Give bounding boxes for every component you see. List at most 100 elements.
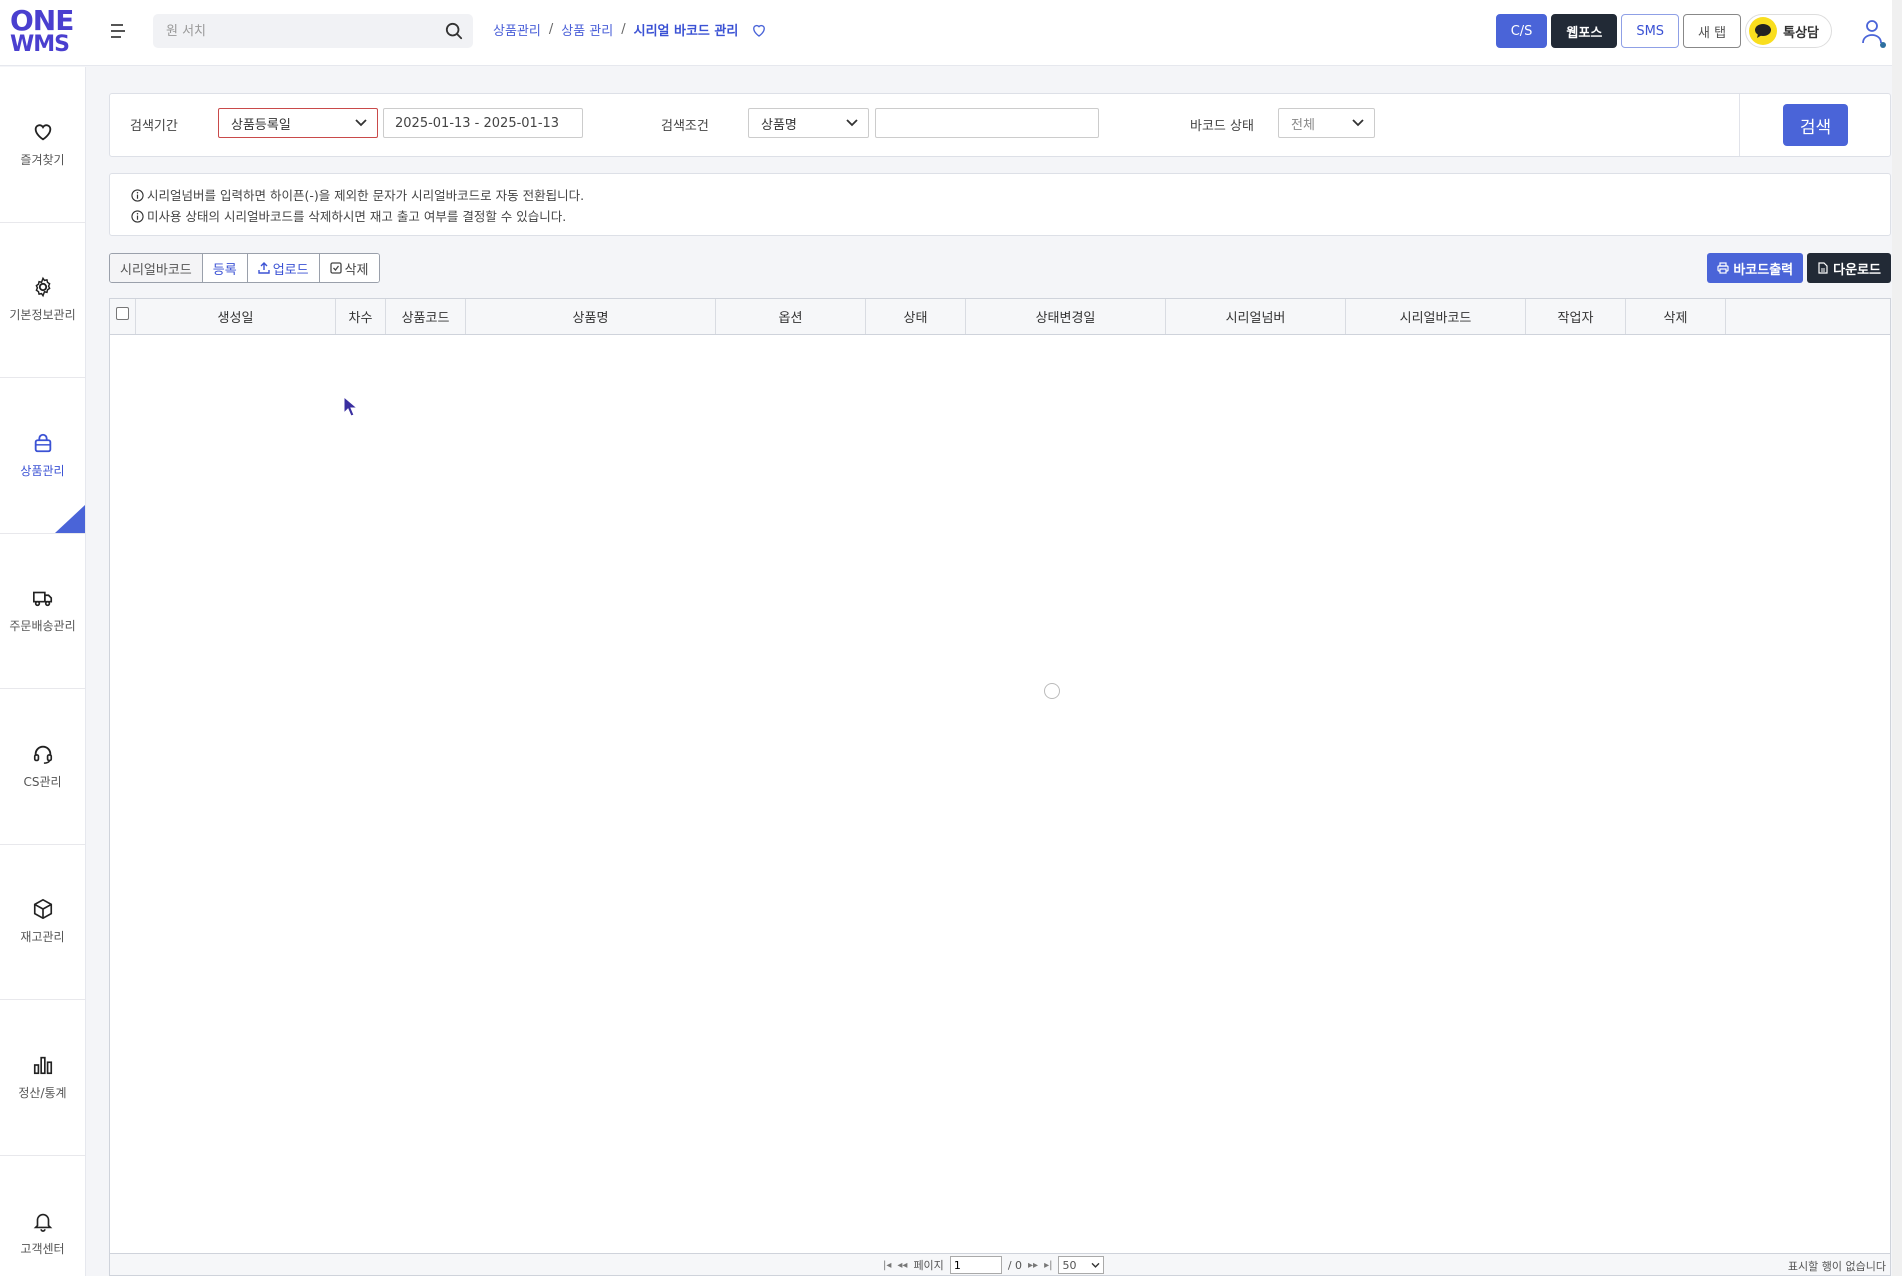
new-tab-button[interactable]: 새 탭 <box>1683 14 1742 48</box>
download-label: 다운로드 <box>1833 262 1881 278</box>
upload-icon <box>257 262 270 274</box>
heart-icon <box>34 124 51 141</box>
upload-button[interactable]: 업로드 <box>247 254 320 282</box>
col-status[interactable]: 상태 <box>866 299 966 334</box>
logo-line1: ONE <box>10 4 74 37</box>
register-button[interactable]: 등록 <box>202 254 248 282</box>
sidebar-item-label: 즐겨찾기 <box>20 152 65 167</box>
webpos-button[interactable]: 웹포스 <box>1551 14 1618 48</box>
serial-barcode-grid: 생성일 차수 상품코드 상품명 옵션 상태 상태변경일 시리얼넘버 시리얼바코드… <box>109 298 1891 1276</box>
global-search <box>153 14 473 48</box>
sms-button[interactable]: SMS <box>1621 14 1680 48</box>
mouse-cursor-icon <box>343 396 359 417</box>
sidebar-item-cs[interactable]: CS관리 <box>0 689 85 845</box>
page-scrollbar[interactable] <box>1892 0 1902 1276</box>
sidebar-item-label: 기본정보관리 <box>9 308 76 323</box>
sidebar-item-basic-info[interactable]: 기본정보관리 <box>0 223 85 378</box>
user-profile-icon[interactable] <box>1860 18 1884 44</box>
col-serial-number[interactable]: 시리얼넘버 <box>1166 299 1346 334</box>
file-icon <box>1818 262 1828 274</box>
breadcrumb-separator: / <box>621 22 626 37</box>
last-page-icon[interactable]: ▸| <box>1044 1260 1052 1271</box>
sidebar-item-label: 상품관리 <box>20 463 65 478</box>
page-size-select[interactable]: 50 <box>1058 1256 1105 1274</box>
serial-barcode-button-group: 시리얼바코드 등록 업로드 삭제 <box>109 253 380 283</box>
col-worker[interactable]: 작업자 <box>1526 299 1626 334</box>
chevron-down-icon <box>1352 119 1364 127</box>
condition-type-select[interactable]: 상품명 <box>748 108 869 138</box>
next-page-icon[interactable]: ▸▸ <box>1028 1260 1038 1271</box>
condition-value-input[interactable] <box>875 108 1099 138</box>
delete-label: 삭제 <box>344 262 369 278</box>
col-created-date[interactable]: 생성일 <box>136 299 336 334</box>
panel-divider <box>1739 94 1740 156</box>
delete-button[interactable]: 삭제 <box>319 254 379 282</box>
col-filler <box>1726 299 1890 334</box>
search-panel: 검색기간 상품등록일 검색조건 상품명 바코드 상태 전체 검색 <box>109 93 1891 157</box>
barcode-status-select[interactable]: 전체 <box>1278 108 1375 138</box>
sidebar-item-favorites[interactable]: 즐겨찾기 <box>0 67 85 223</box>
top-bar: ONE WMS 상품관리 / 상품 관리 / 시리얼 바코드 관리 C/S 웹포… <box>0 0 1902 66</box>
print-barcode-button[interactable]: 바코드출력 <box>1707 253 1804 283</box>
period-label: 검색기간 <box>130 119 178 134</box>
info-line: 시리얼넘버를 입력하면 하이픈(-)을 제외한 문자가 시리얼바코드로 자동 전… <box>131 185 1890 206</box>
prev-page-icon[interactable]: ◂◂ <box>897 1260 907 1271</box>
search-input[interactable] <box>153 14 423 48</box>
sidebar: 즐겨찾기 기본정보관리 상품관리 주문배송관리 CS관리 재고관리 정산/통계 … <box>0 67 86 1276</box>
sidebar-item-settlement[interactable]: 정산/통계 <box>0 1000 85 1156</box>
col-serial-barcode[interactable]: 시리얼바코드 <box>1346 299 1526 334</box>
date-range-input[interactable] <box>383 108 583 138</box>
upload-label: 업로드 <box>272 262 309 278</box>
breadcrumb: 상품관리 / 상품 관리 / 시리얼 바코드 관리 <box>493 20 768 39</box>
sidebar-item-product[interactable]: 상품관리 <box>0 378 85 534</box>
col-product-name[interactable]: 상품명 <box>466 299 716 334</box>
chevron-down-icon <box>846 119 858 127</box>
talk-consult-button[interactable]: 톡상담 <box>1745 14 1832 48</box>
condition-label: 검색조건 <box>661 119 709 134</box>
search-icon[interactable] <box>445 22 463 40</box>
info-text: 미사용 상태의 시리얼바코드를 삭제하시면 재고 출고 여부를 결정할 수 있습… <box>147 209 567 224</box>
chevron-down-icon <box>355 119 367 127</box>
condition-type-value: 상품명 <box>761 117 797 133</box>
chat-bubble-icon <box>1749 17 1778 45</box>
info-notice: 시리얼넘버를 입력하면 하이픈(-)을 제외한 문자가 시리얼바코드로 자동 전… <box>109 173 1891 236</box>
menu-toggle-icon[interactable] <box>111 24 127 40</box>
app-logo[interactable]: ONE WMS <box>10 4 74 58</box>
period-type-select[interactable]: 상품등록일 <box>218 108 378 138</box>
select-all-checkbox[interactable] <box>110 299 136 334</box>
col-status-changed-date[interactable]: 상태변경일 <box>966 299 1166 334</box>
top-actions: C/S 웹포스 SMS 새 탭 톡상담 <box>1495 14 1832 48</box>
bell-icon <box>33 1213 52 1232</box>
info-line: 미사용 상태의 시리얼바코드를 삭제하시면 재고 출고 여부를 결정할 수 있습… <box>131 206 1890 227</box>
page-label: 페이지 <box>913 1259 944 1272</box>
col-round[interactable]: 차수 <box>336 299 386 334</box>
sidebar-item-order-delivery[interactable]: 주문배송관리 <box>0 534 85 689</box>
sidebar-item-inventory[interactable]: 재고관리 <box>0 845 85 1000</box>
first-page-icon[interactable]: |◂ <box>883 1260 891 1271</box>
barcode-status-value: 전체 <box>1291 117 1315 133</box>
page-size-value: 50 <box>1062 1258 1077 1272</box>
col-delete[interactable]: 삭제 <box>1626 299 1726 334</box>
grid-pager: |◂ ◂◂ 페이지 / 0 ▸▸ ▸| 50 표시할 행이 없습니다 <box>110 1253 1890 1275</box>
talk-consult-label: 톡상담 <box>1783 25 1819 41</box>
barcode-status-label: 바코드 상태 <box>1190 119 1254 134</box>
col-product-code[interactable]: 상품코드 <box>386 299 466 334</box>
info-icon <box>131 210 144 223</box>
group-label: 시리얼바코드 <box>110 254 203 282</box>
search-button[interactable]: 검색 <box>1783 104 1848 146</box>
bar-chart-icon <box>33 1056 52 1074</box>
period-type-value: 상품등록일 <box>231 117 291 133</box>
col-option[interactable]: 옵션 <box>716 299 866 334</box>
breadcrumb-item-product-mgmt[interactable]: 상품관리 <box>493 20 541 39</box>
sidebar-item-label: 재고관리 <box>20 930 65 945</box>
breadcrumb-separator: / <box>548 22 554 37</box>
checkbox-icon <box>329 262 342 274</box>
gear-icon <box>34 276 51 298</box>
favorite-heart-icon[interactable] <box>750 21 768 39</box>
breadcrumb-item-product[interactable]: 상품 관리 <box>561 20 613 39</box>
sidebar-item-support[interactable]: 고객센터 <box>0 1156 85 1276</box>
page-number-input[interactable] <box>949 1256 1002 1274</box>
pager-controls: |◂ ◂◂ 페이지 / 0 ▸▸ ▸| 50 <box>883 1256 1105 1274</box>
download-button[interactable]: 다운로드 <box>1807 253 1891 283</box>
cs-button[interactable]: C/S <box>1495 14 1548 48</box>
